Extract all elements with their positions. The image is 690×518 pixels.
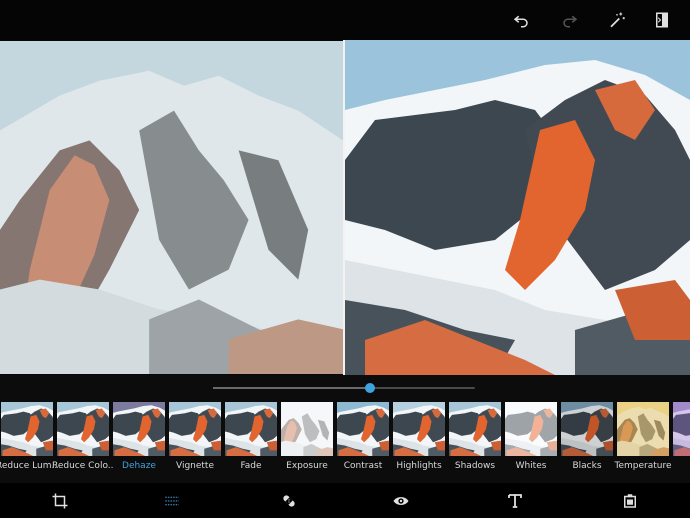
filter-thumbnail	[337, 402, 389, 456]
text-tool-button[interactable]	[503, 489, 527, 513]
filter-item[interactable]: Fade	[224, 401, 280, 483]
filter-label: Whites	[515, 461, 547, 471]
filter-label: Temperature	[614, 461, 672, 471]
filter-thumbnail	[113, 402, 165, 456]
filter-thumbnail	[57, 402, 109, 456]
split-divider[interactable]	[343, 40, 345, 375]
bandage-icon	[283, 495, 295, 507]
filter-thumbnail	[1, 402, 53, 456]
filter-thumbnail	[505, 402, 557, 456]
crop-tool-button[interactable]	[48, 489, 72, 513]
bottom-toolbar	[0, 483, 690, 518]
filter-thumbnail	[169, 402, 221, 456]
filter-thumbnail	[673, 402, 690, 456]
filter-label: Highlights	[396, 461, 442, 471]
filter-thumbnail	[393, 402, 445, 456]
undo-button[interactable]	[507, 6, 535, 34]
filter-thumbnail	[281, 402, 333, 456]
intensity-slider[interactable]	[213, 383, 475, 393]
filter-item[interactable]: Shadows	[448, 401, 504, 483]
redo-icon	[563, 15, 578, 28]
compare-icon	[656, 12, 668, 28]
undo-icon	[513, 15, 528, 28]
filter-item-partial[interactable]	[672, 401, 690, 483]
eye-icon	[393, 497, 409, 505]
filter-item[interactable]: Whites	[504, 401, 560, 483]
redo-button[interactable]	[556, 6, 584, 34]
top-toolbar	[0, 0, 690, 40]
before-image	[0, 40, 343, 375]
filter-item[interactable]: Reduce Colo...	[52, 401, 114, 483]
eye-tool-button[interactable]	[389, 489, 413, 513]
filter-item[interactable]: Reduce Lum...	[0, 401, 58, 483]
filter-label: Blacks	[572, 461, 602, 471]
filter-label: Reduce Colo...	[52, 461, 114, 471]
adjustment-strip[interactable]: Reduce Lum... Reduce Colo... Dehaze Vign…	[0, 401, 690, 483]
slider-knob[interactable]	[365, 383, 376, 393]
text-icon	[508, 494, 522, 508]
filter-label: Reduce Lum...	[0, 461, 58, 471]
filter-thumbnail	[225, 402, 277, 456]
filter-label: Vignette	[175, 461, 214, 471]
filter-label: Dehaze	[122, 461, 156, 471]
filter-thumbnail	[561, 402, 613, 456]
frame-icon	[624, 494, 636, 508]
slider-fill	[213, 387, 371, 389]
auto-fix-wand-icon	[610, 12, 625, 28]
filter-item[interactable]: Blacks	[560, 401, 616, 483]
filter-item[interactable]: Highlights	[392, 401, 448, 483]
compare-button[interactable]	[648, 6, 676, 34]
filter-item[interactable]: Temperature	[614, 401, 672, 483]
filter-label: Contrast	[343, 461, 383, 471]
adjustments-tool-button[interactable]	[160, 489, 184, 513]
frame-tool-button[interactable]	[618, 489, 642, 513]
adjustments-icon	[165, 496, 179, 506]
filter-label: Exposure	[286, 461, 328, 471]
filter-item-selected[interactable]: Dehaze	[112, 401, 168, 483]
filter-thumbnail	[449, 402, 501, 456]
after-image	[345, 40, 690, 375]
slider-area	[0, 375, 690, 401]
filter-label: Shadows	[454, 461, 496, 471]
auto-fix-button[interactable]	[603, 6, 631, 34]
photo-canvas[interactable]	[0, 40, 690, 375]
crop-icon	[52, 493, 68, 509]
healing-tool-button[interactable]	[277, 489, 301, 513]
filter-item[interactable]: Vignette	[168, 401, 224, 483]
filter-thumbnail	[617, 402, 669, 456]
filter-item[interactable]: Contrast	[336, 401, 392, 483]
filter-item[interactable]: Exposure	[280, 401, 336, 483]
filter-label: Fade	[240, 461, 262, 471]
